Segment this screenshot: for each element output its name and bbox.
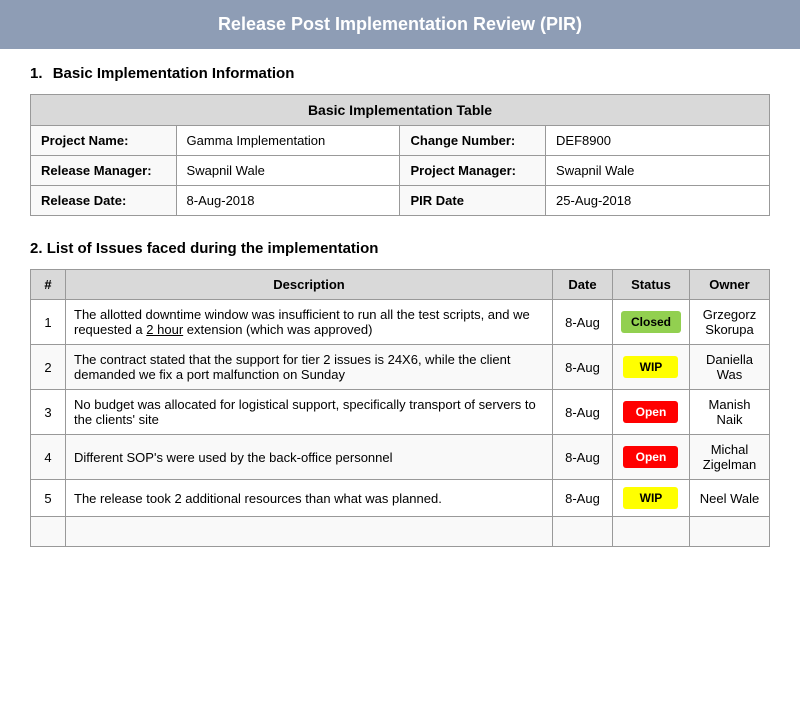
issue-row-4: 4 Different SOP's were used by the back-… bbox=[31, 435, 770, 480]
issue-row-3: 3 No budget was allocated for logistical… bbox=[31, 390, 770, 435]
empty-num bbox=[31, 517, 66, 547]
label-release-manager: Release Manager: bbox=[31, 156, 177, 186]
value-project-name: Gamma Implementation bbox=[176, 126, 400, 156]
issue-5-status-cell: WIP bbox=[612, 480, 689, 517]
section2-number: 2. bbox=[30, 240, 43, 257]
issue-3-num: 3 bbox=[31, 390, 66, 435]
page-title: Release Post Implementation Review (PIR) bbox=[218, 14, 582, 34]
value-change-number: DEF8900 bbox=[546, 126, 770, 156]
issue-1-status-cell: Closed bbox=[612, 300, 689, 345]
basic-table-row-3: Release Date: 8-Aug-2018 PIR Date 25-Aug… bbox=[31, 186, 770, 216]
issues-table: # Description Date Status Owner 1 The al… bbox=[30, 269, 770, 547]
empty-status bbox=[612, 517, 689, 547]
status-badge-2: WIP bbox=[623, 356, 678, 378]
status-badge-4: Open bbox=[623, 446, 678, 468]
empty-description bbox=[66, 517, 553, 547]
issue-3-owner: Manish Naik bbox=[690, 390, 770, 435]
section2-title: 2. List of Issues faced during the imple… bbox=[30, 240, 770, 257]
issue-1-date: 8-Aug bbox=[552, 300, 612, 345]
issue-3-description: No budget was allocated for logistical s… bbox=[66, 390, 553, 435]
col-status: Status bbox=[612, 270, 689, 300]
value-pir-date: 25-Aug-2018 bbox=[546, 186, 770, 216]
label-project-name: Project Name: bbox=[31, 126, 177, 156]
issue-1-owner: Grzegorz Skorupa bbox=[690, 300, 770, 345]
issue-4-status-cell: Open bbox=[612, 435, 689, 480]
issue-2-owner: Daniella Was bbox=[690, 345, 770, 390]
basic-table-row-1: Project Name: Gamma Implementation Chang… bbox=[31, 126, 770, 156]
issue-5-num: 5 bbox=[31, 480, 66, 517]
issue-1-underline: 2 hour bbox=[146, 322, 183, 337]
section1-label: Basic Implementation Information bbox=[53, 65, 295, 82]
issue-1-num: 1 bbox=[31, 300, 66, 345]
issue-2-status-cell: WIP bbox=[612, 345, 689, 390]
col-owner: Owner bbox=[690, 270, 770, 300]
issue-row-empty bbox=[31, 517, 770, 547]
issue-3-date: 8-Aug bbox=[552, 390, 612, 435]
issue-4-date: 8-Aug bbox=[552, 435, 612, 480]
label-project-manager: Project Manager: bbox=[400, 156, 546, 186]
basic-table-row-2: Release Manager: Swapnil Wale Project Ma… bbox=[31, 156, 770, 186]
issue-1-description: The allotted downtime window was insuffi… bbox=[66, 300, 553, 345]
page-content: 1. Basic Implementation Information Basi… bbox=[0, 65, 800, 547]
section1-number: 1. bbox=[30, 65, 43, 82]
issue-2-description: The contract stated that the support for… bbox=[66, 345, 553, 390]
empty-date bbox=[552, 517, 612, 547]
value-release-manager: Swapnil Wale bbox=[176, 156, 400, 186]
issue-row-5: 5 The release took 2 additional resource… bbox=[31, 480, 770, 517]
label-release-date: Release Date: bbox=[31, 186, 177, 216]
section1-title: 1. Basic Implementation Information bbox=[30, 65, 770, 82]
issue-2-date: 8-Aug bbox=[552, 345, 612, 390]
col-num: # bbox=[31, 270, 66, 300]
basic-implementation-table: Basic Implementation Table Project Name:… bbox=[30, 94, 770, 216]
issue-5-description: The release took 2 additional resources … bbox=[66, 480, 553, 517]
label-pir-date: PIR Date bbox=[400, 186, 546, 216]
basic-table-heading: Basic Implementation Table bbox=[31, 95, 770, 126]
value-release-date: 8-Aug-2018 bbox=[176, 186, 400, 216]
issue-4-num: 4 bbox=[31, 435, 66, 480]
value-project-manager: Swapnil Wale bbox=[546, 156, 770, 186]
issue-4-description: Different SOP's were used by the back-of… bbox=[66, 435, 553, 480]
col-description: Description bbox=[66, 270, 553, 300]
issue-5-date: 8-Aug bbox=[552, 480, 612, 517]
issue-row-2: 2 The contract stated that the support f… bbox=[31, 345, 770, 390]
status-badge-5: WIP bbox=[623, 487, 678, 509]
section2-label: List of Issues faced during the implemen… bbox=[47, 240, 379, 257]
page-header: Release Post Implementation Review (PIR) bbox=[0, 0, 800, 49]
issue-3-status-cell: Open bbox=[612, 390, 689, 435]
label-change-number: Change Number: bbox=[400, 126, 546, 156]
issue-4-owner: Michal Zigelman bbox=[690, 435, 770, 480]
issue-5-owner: Neel Wale bbox=[690, 480, 770, 517]
col-date: Date bbox=[552, 270, 612, 300]
issues-table-header-row: # Description Date Status Owner bbox=[31, 270, 770, 300]
page: Release Post Implementation Review (PIR)… bbox=[0, 0, 800, 717]
status-badge-3: Open bbox=[623, 401, 678, 423]
status-badge-1: Closed bbox=[621, 311, 681, 333]
empty-owner bbox=[690, 517, 770, 547]
issue-2-num: 2 bbox=[31, 345, 66, 390]
issue-row-1: 1 The allotted downtime window was insuf… bbox=[31, 300, 770, 345]
